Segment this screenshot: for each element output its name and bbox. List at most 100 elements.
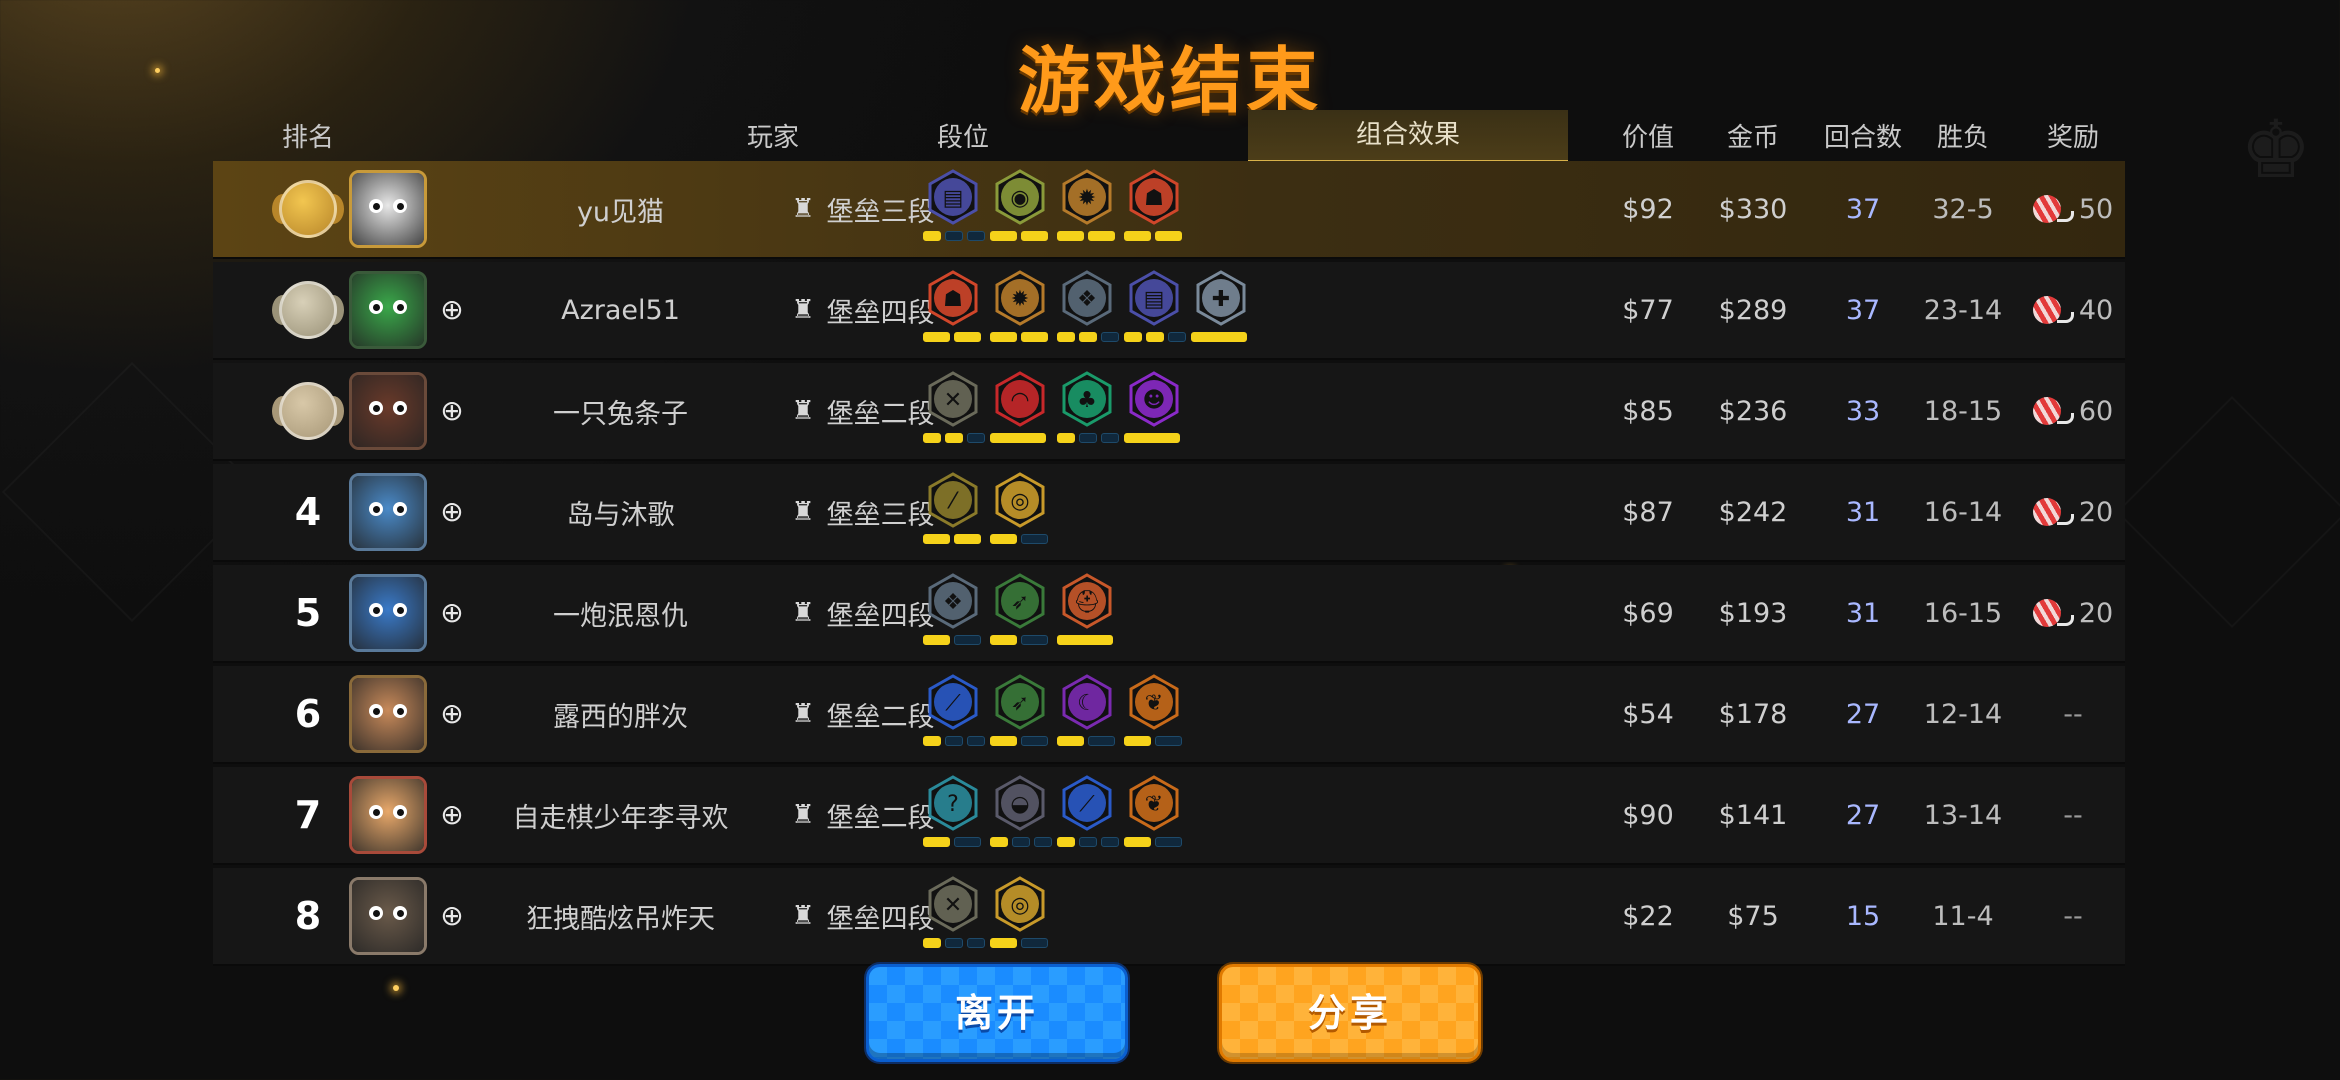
reward-cell: -- — [2023, 666, 2123, 762]
svg-text:◠: ◠ — [1010, 388, 1029, 413]
axe-icon[interactable]: ✕ — [925, 371, 981, 427]
synergy-level-bar — [923, 938, 985, 948]
svg-text:✹: ✹ — [1011, 287, 1029, 312]
add-friend-icon[interactable]: ⊕ — [435, 798, 469, 832]
demon-icon[interactable]: ☻ — [1126, 371, 1182, 427]
avatar[interactable] — [349, 271, 427, 349]
feather-icon[interactable]: ⟋ — [925, 674, 981, 730]
tier-label: 堡垒二段 — [826, 802, 935, 834]
leaf-icon[interactable]: ❦ — [1126, 775, 1182, 831]
add-friend-icon[interactable]: ⊕ — [435, 899, 469, 933]
avatar[interactable] — [349, 473, 427, 551]
synergy-level-bar — [923, 332, 981, 342]
svg-text:◉: ◉ — [1010, 186, 1029, 211]
share-button[interactable]: 分享 — [1219, 964, 1481, 1062]
results-table-header: 排名 玩家 段位 棋组 组合效果 价值 金币 回合数 胜负 奖励 — [213, 110, 2125, 162]
synergy-pip — [923, 433, 941, 443]
synergy-pip — [945, 433, 963, 443]
hood-icon[interactable]: ☾ — [1059, 674, 1115, 730]
arch-icon[interactable]: ◠ — [992, 371, 1048, 427]
synergy-pip — [1021, 332, 1048, 342]
synergy-level-bar — [1057, 736, 1115, 746]
avatar[interactable] — [349, 675, 427, 753]
svg-text:✹: ✹ — [1078, 186, 1096, 211]
ring-icon[interactable]: ◎ — [992, 472, 1048, 528]
tab-synergy[interactable]: 组合效果 — [1248, 110, 1568, 162]
rounds-cell: 31 — [1845, 496, 1881, 528]
svg-text:◎: ◎ — [1010, 893, 1029, 918]
add-friend-icon[interactable]: ⊕ — [435, 596, 469, 630]
add-friend-icon[interactable]: ⊕ — [435, 495, 469, 529]
svg-text:➶: ➶ — [1011, 691, 1029, 716]
silver-medal-icon — [272, 281, 344, 339]
svg-text:◎: ◎ — [1010, 489, 1029, 514]
avatar[interactable] — [349, 170, 427, 248]
beast-icon[interactable]: ♣ — [1059, 371, 1115, 427]
avatar[interactable] — [349, 776, 427, 854]
book-icon[interactable]: ▤ — [925, 169, 981, 225]
svg-text:⟋: ⟋ — [945, 691, 961, 716]
paw-icon[interactable]: ❖ — [1059, 270, 1115, 326]
bow-icon[interactable]: ➶ — [992, 674, 1048, 730]
rank-number: 7 — [294, 793, 322, 837]
synergy-pip — [967, 231, 985, 241]
fortress-rank-icon: ♜ — [791, 800, 815, 830]
avatar[interactable] — [349, 574, 427, 652]
synergy-pip — [1021, 231, 1048, 241]
player-name: 一只兔条子 — [553, 398, 688, 430]
paw-icon[interactable]: ❖ — [925, 573, 981, 629]
synergy-level-bar — [923, 433, 985, 443]
cross-icon[interactable]: ✚ — [1193, 270, 1249, 326]
player-name: 岛与沐歌 — [566, 499, 675, 531]
feather-icon[interactable]: ⟋ — [1059, 775, 1115, 831]
add-friend-icon[interactable]: ⊕ — [435, 394, 469, 428]
orc-icon[interactable]: ☗ — [925, 270, 981, 326]
synergy-pip — [945, 938, 963, 948]
gear-icon[interactable]: ✹ — [992, 270, 1048, 326]
synergy-pip — [1079, 837, 1097, 847]
avatar-cell — [338, 767, 438, 863]
synergy-pip — [1057, 837, 1075, 847]
light-particle — [393, 985, 399, 991]
synergy-level-bar — [990, 635, 1048, 645]
reward-amount: -- — [2063, 900, 2083, 932]
pot-icon[interactable]: ◒ — [992, 775, 1048, 831]
orc-icon[interactable]: ☗ — [1126, 169, 1182, 225]
leave-button[interactable]: 离开 — [866, 964, 1128, 1062]
synergy-pip — [923, 736, 941, 746]
leaf-icon[interactable]: ❦ — [1126, 674, 1182, 730]
synergy-level-bar — [1124, 433, 1180, 443]
add-friend-icon[interactable]: ⊕ — [435, 697, 469, 731]
ring-icon[interactable]: ◎ — [992, 876, 1048, 932]
synergy-pip — [954, 635, 981, 645]
book-icon[interactable]: ▤ — [1126, 270, 1182, 326]
avatar[interactable] — [349, 877, 427, 955]
synergy-level-bar — [1124, 231, 1182, 241]
add-friend-icon[interactable]: ⊕ — [435, 293, 469, 327]
gear-icon[interactable]: ✹ — [1059, 169, 1115, 225]
svg-text:➶: ➶ — [1011, 590, 1029, 615]
svg-text:?: ? — [947, 792, 959, 817]
avatar-cell — [338, 161, 438, 257]
synergy-pip — [1101, 433, 1119, 443]
svg-text:☾: ☾ — [1077, 691, 1097, 716]
candy-icon — [2032, 294, 2074, 326]
troll-icon[interactable]: ◉ — [992, 169, 1048, 225]
synergy-pip — [967, 736, 985, 746]
fortress-rank-icon: ♜ — [791, 497, 815, 527]
svg-text:☗: ☗ — [1144, 186, 1164, 211]
synergy-level-bar — [990, 332, 1048, 342]
question-icon[interactable]: ? — [925, 775, 981, 831]
helm-icon[interactable]: ⛑ — [1059, 573, 1115, 629]
gold-cell: $330 — [1718, 193, 1788, 225]
axe-icon[interactable]: ✕ — [925, 876, 981, 932]
synergy-pip — [1155, 231, 1182, 241]
table-row: 6 ⊕ 露西的胖次 ♜ 堡垒二段 ⟋ ➶ ☾ ❦ $54 $178 27 12-14 -- — [213, 666, 2125, 764]
avatar[interactable] — [349, 372, 427, 450]
synergy-level-bar — [1124, 332, 1186, 342]
reward-cell: 20 — [2023, 565, 2123, 661]
bow-icon[interactable]: ➶ — [992, 573, 1048, 629]
synergy-pip — [967, 938, 985, 948]
header-value: 价值 — [1621, 123, 1674, 153]
blade-icon[interactable]: ⁄ — [925, 472, 981, 528]
